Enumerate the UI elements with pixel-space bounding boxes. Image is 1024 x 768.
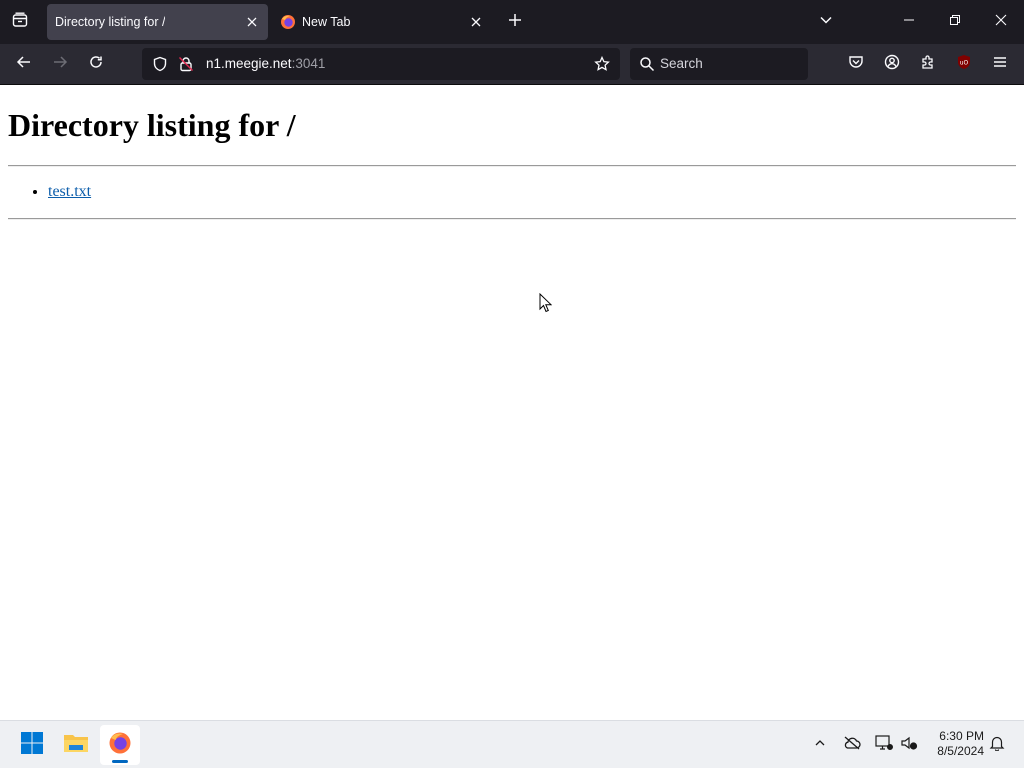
new-tab-button[interactable] bbox=[502, 8, 528, 36]
chevron-down-icon bbox=[819, 13, 833, 32]
tab-directory-listing[interactable]: Directory listing for / bbox=[47, 4, 268, 40]
ublock-shield-icon: uO bbox=[956, 54, 972, 75]
tab-list-icon bbox=[12, 12, 28, 33]
cloud-offline-icon bbox=[843, 736, 861, 755]
taskbar-clock[interactable]: 6:30 PM 8/5/2024 bbox=[928, 729, 984, 759]
search-placeholder: Search bbox=[660, 56, 703, 71]
speaker-muted-icon bbox=[900, 735, 918, 756]
tab-title: Directory listing for / bbox=[55, 15, 166, 29]
arrow-right-icon bbox=[52, 54, 68, 75]
bell-icon bbox=[989, 735, 1005, 756]
notifications-button[interactable] bbox=[985, 733, 1009, 757]
tab-title: New Tab bbox=[302, 15, 351, 29]
mouse-cursor-icon bbox=[539, 292, 553, 318]
close-window-button[interactable] bbox=[981, 0, 1021, 44]
pocket-icon bbox=[848, 54, 864, 75]
svg-text:uO: uO bbox=[960, 59, 969, 66]
divider-bottom bbox=[8, 218, 1016, 220]
account-icon bbox=[884, 54, 900, 75]
restore-button[interactable] bbox=[935, 0, 975, 44]
shield-icon[interactable] bbox=[152, 56, 168, 77]
minimize-icon bbox=[903, 13, 915, 31]
forward-button[interactable] bbox=[45, 50, 75, 78]
navigation-toolbar: n1.meegie.net:3041 Search uO bbox=[0, 44, 1024, 85]
list-item: test.txt bbox=[48, 183, 91, 201]
minimize-button[interactable] bbox=[889, 0, 929, 44]
insecure-lock-icon[interactable] bbox=[178, 56, 194, 77]
folder-icon bbox=[63, 732, 89, 759]
file-link-test-txt[interactable]: test.txt bbox=[48, 183, 91, 200]
bookmark-star-icon[interactable] bbox=[594, 55, 610, 77]
page-content: Directory listing for / test.txt bbox=[0, 85, 1024, 720]
search-bar[interactable]: Search bbox=[630, 48, 808, 80]
file-explorer-button[interactable] bbox=[56, 725, 96, 765]
firefox-icon bbox=[280, 14, 296, 30]
show-hidden-icons-button[interactable] bbox=[808, 733, 832, 757]
url-port: :3041 bbox=[291, 56, 326, 71]
network-icon bbox=[875, 734, 894, 756]
extensions-button[interactable] bbox=[913, 50, 943, 78]
chevron-up-icon bbox=[814, 736, 826, 754]
hamburger-menu-icon bbox=[992, 54, 1008, 75]
tab-new-tab[interactable]: New Tab bbox=[272, 4, 492, 40]
reload-button[interactable] bbox=[81, 50, 111, 78]
close-tab-icon[interactable] bbox=[242, 12, 262, 32]
active-app-indicator bbox=[112, 760, 128, 763]
close-icon bbox=[995, 13, 1007, 31]
tab-bar: Directory listing for / New Tab bbox=[0, 0, 1024, 44]
network-button[interactable] bbox=[872, 733, 896, 757]
search-icon bbox=[639, 56, 655, 77]
taskbar: 6:30 PM 8/5/2024 bbox=[0, 720, 1024, 768]
url-text[interactable]: n1.meegie.net:3041 bbox=[206, 56, 325, 71]
address-bar[interactable]: n1.meegie.net:3041 bbox=[142, 48, 620, 80]
page-heading: Directory listing for / bbox=[8, 107, 296, 143]
clock-time: 6:30 PM bbox=[939, 729, 984, 743]
back-button[interactable] bbox=[9, 50, 39, 78]
tab-list-button[interactable] bbox=[4, 6, 36, 38]
close-tab-icon[interactable] bbox=[466, 12, 486, 32]
arrow-left-icon bbox=[16, 54, 32, 75]
url-host: n1.meegie.net bbox=[206, 56, 292, 71]
restore-icon bbox=[949, 13, 961, 31]
app-menu-button[interactable] bbox=[985, 50, 1015, 78]
reload-icon bbox=[88, 54, 104, 75]
list-all-tabs-button[interactable] bbox=[806, 0, 846, 44]
file-list: test.txt bbox=[8, 183, 91, 201]
pocket-button[interactable] bbox=[841, 50, 871, 78]
firefox-taskbar-button[interactable] bbox=[100, 725, 140, 765]
plus-icon bbox=[508, 13, 522, 32]
start-button[interactable] bbox=[12, 725, 52, 765]
divider-top bbox=[8, 165, 1016, 167]
onedrive-button[interactable] bbox=[840, 733, 864, 757]
ublock-origin-button[interactable]: uO bbox=[949, 50, 979, 78]
firefox-icon bbox=[108, 731, 132, 760]
volume-button[interactable] bbox=[897, 733, 921, 757]
puzzle-icon bbox=[920, 54, 936, 75]
account-button[interactable] bbox=[877, 50, 907, 78]
clock-date: 8/5/2024 bbox=[937, 744, 984, 758]
windows-logo-icon bbox=[20, 731, 44, 760]
